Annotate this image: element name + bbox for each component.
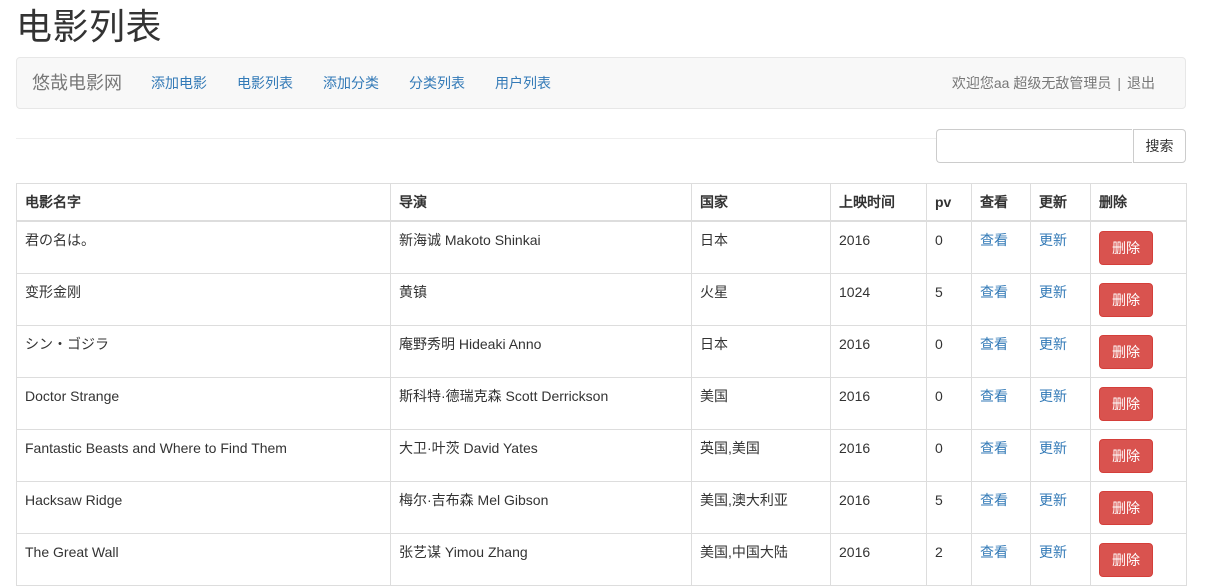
movie-pv: 0 <box>926 325 972 378</box>
nav-movie-list[interactable]: 电影列表 <box>237 58 293 108</box>
header-update: 更新 <box>1030 183 1091 222</box>
view-link[interactable]: 查看 <box>980 232 1008 248</box>
view-link[interactable]: 查看 <box>980 336 1008 352</box>
movie-release: 2016 <box>830 533 927 586</box>
user-area: 欢迎您aa 超级无敌管理员 | 退出 <box>952 58 1155 108</box>
movie-pv: 5 <box>926 481 972 534</box>
movie-release: 2016 <box>830 377 927 430</box>
movie-pv: 2 <box>926 533 972 586</box>
view-link[interactable]: 查看 <box>980 284 1008 300</box>
table-row: Doctor Strange 斯科特·德瑞克森 Scott Derrickson… <box>16 377 1187 430</box>
header-country: 国家 <box>691 183 831 222</box>
movie-name: Hacksaw Ridge <box>16 481 391 534</box>
navbar: 悠哉电影网 添加电影 电影列表 添加分类 分类列表 用户列表 欢迎您aa 超级无… <box>16 57 1186 109</box>
welcome-text: 欢迎您aa 超级无敌管理员 <box>951 75 1112 91</box>
movie-country: 火星 <box>691 273 831 326</box>
movie-director: 梅尔·吉布森 Mel Gibson <box>390 481 692 534</box>
movie-director: 张艺谋 Yimou Zhang <box>390 533 692 586</box>
table-row: シン・ゴジラ 庵野秀明 Hideaki Anno 日本 2016 0 查看 更新… <box>16 325 1187 378</box>
movie-country: 美国 <box>691 377 831 430</box>
header-director: 导演 <box>390 183 692 222</box>
update-link[interactable]: 更新 <box>1039 336 1067 352</box>
movie-name: The Great Wall <box>16 533 391 586</box>
page-title: 电影列表 <box>16 6 163 47</box>
movie-country: 美国,中国大陆 <box>691 533 831 586</box>
delete-button[interactable]: 删除 <box>1099 335 1153 369</box>
delete-button[interactable]: 删除 <box>1099 231 1153 265</box>
movie-director: 庵野秀明 Hideaki Anno <box>390 325 692 378</box>
movie-country: 美国,澳大利亚 <box>691 481 831 534</box>
delete-button[interactable]: 删除 <box>1099 491 1153 525</box>
movie-release: 2016 <box>830 325 927 378</box>
table-row: Fantastic Beasts and Where to Find Them … <box>16 429 1187 482</box>
separator: | <box>1117 75 1121 91</box>
view-link[interactable]: 查看 <box>980 388 1008 404</box>
delete-button[interactable]: 删除 <box>1099 387 1153 421</box>
view-link[interactable]: 查看 <box>980 492 1008 508</box>
movie-release: 2016 <box>830 481 927 534</box>
header-pv: pv <box>926 183 972 222</box>
movie-release: 2016 <box>830 220 927 274</box>
movie-country: 日本 <box>691 325 831 378</box>
delete-button[interactable]: 删除 <box>1099 543 1153 577</box>
table-row: 变形金刚 黄镇 火星 1024 5 查看 更新 删除 <box>16 273 1187 326</box>
nav-category-list[interactable]: 分类列表 <box>409 58 465 108</box>
table-header-row: 电影名字 导演 国家 上映时间 pv 查看 更新 删除 <box>16 183 1187 222</box>
nav-add-category[interactable]: 添加分类 <box>323 58 379 108</box>
movie-pv: 0 <box>926 220 972 274</box>
search-button[interactable]: 搜索 <box>1133 129 1186 163</box>
movie-name: シン・ゴジラ <box>16 325 391 378</box>
movie-director: 新海诚 Makoto Shinkai <box>390 220 692 274</box>
movie-name: 变形金刚 <box>16 273 391 326</box>
header-name: 电影名字 <box>16 183 391 222</box>
update-link[interactable]: 更新 <box>1039 492 1067 508</box>
movie-name: 君の名は。 <box>16 220 391 274</box>
delete-button[interactable]: 删除 <box>1099 439 1153 473</box>
movie-pv: 0 <box>926 377 972 430</box>
header-release: 上映时间 <box>830 183 927 222</box>
delete-button[interactable]: 删除 <box>1099 283 1153 317</box>
view-link[interactable]: 查看 <box>980 544 1008 560</box>
movie-pv: 0 <box>926 429 972 482</box>
movie-release: 2016 <box>830 429 927 482</box>
movie-name: Doctor Strange <box>16 377 391 430</box>
table-row: The Great Wall 张艺谋 Yimou Zhang 美国,中国大陆 2… <box>16 533 1187 586</box>
update-link[interactable]: 更新 <box>1039 440 1067 456</box>
search-form: 搜索 <box>936 129 1186 163</box>
movie-pv: 5 <box>926 273 972 326</box>
update-link[interactable]: 更新 <box>1039 284 1067 300</box>
header-delete: 删除 <box>1090 183 1187 222</box>
movie-country: 日本 <box>691 220 831 274</box>
table-row: 君の名は。 新海诚 Makoto Shinkai 日本 2016 0 查看 更新… <box>16 220 1187 274</box>
divider <box>16 138 936 139</box>
movie-country: 英国,美国 <box>691 429 831 482</box>
update-link[interactable]: 更新 <box>1039 388 1067 404</box>
movie-name: Fantastic Beasts and Where to Find Them <box>16 429 391 482</box>
table-row: Hacksaw Ridge 梅尔·吉布森 Mel Gibson 美国,澳大利亚 … <box>16 481 1187 534</box>
update-link[interactable]: 更新 <box>1039 544 1067 560</box>
nav-user-list[interactable]: 用户列表 <box>495 58 551 108</box>
movie-director: 大卫·叶茨 David Yates <box>390 429 692 482</box>
view-link[interactable]: 查看 <box>980 440 1008 456</box>
navbar-brand[interactable]: 悠哉电影网 <box>32 58 122 108</box>
movie-director: 斯科特·德瑞克森 Scott Derrickson <box>390 377 692 430</box>
movie-release: 1024 <box>830 273 927 326</box>
movie-table: 电影名字 导演 国家 上映时间 pv 查看 更新 删除 君の名は。 新海诚 Ma… <box>16 183 1187 586</box>
movie-director: 黄镇 <box>390 273 692 326</box>
logout-link[interactable]: 退出 <box>1127 75 1155 91</box>
update-link[interactable]: 更新 <box>1039 232 1067 248</box>
search-input[interactable] <box>936 129 1132 163</box>
nav-add-movie[interactable]: 添加电影 <box>151 58 207 108</box>
header-view: 查看 <box>971 183 1031 222</box>
